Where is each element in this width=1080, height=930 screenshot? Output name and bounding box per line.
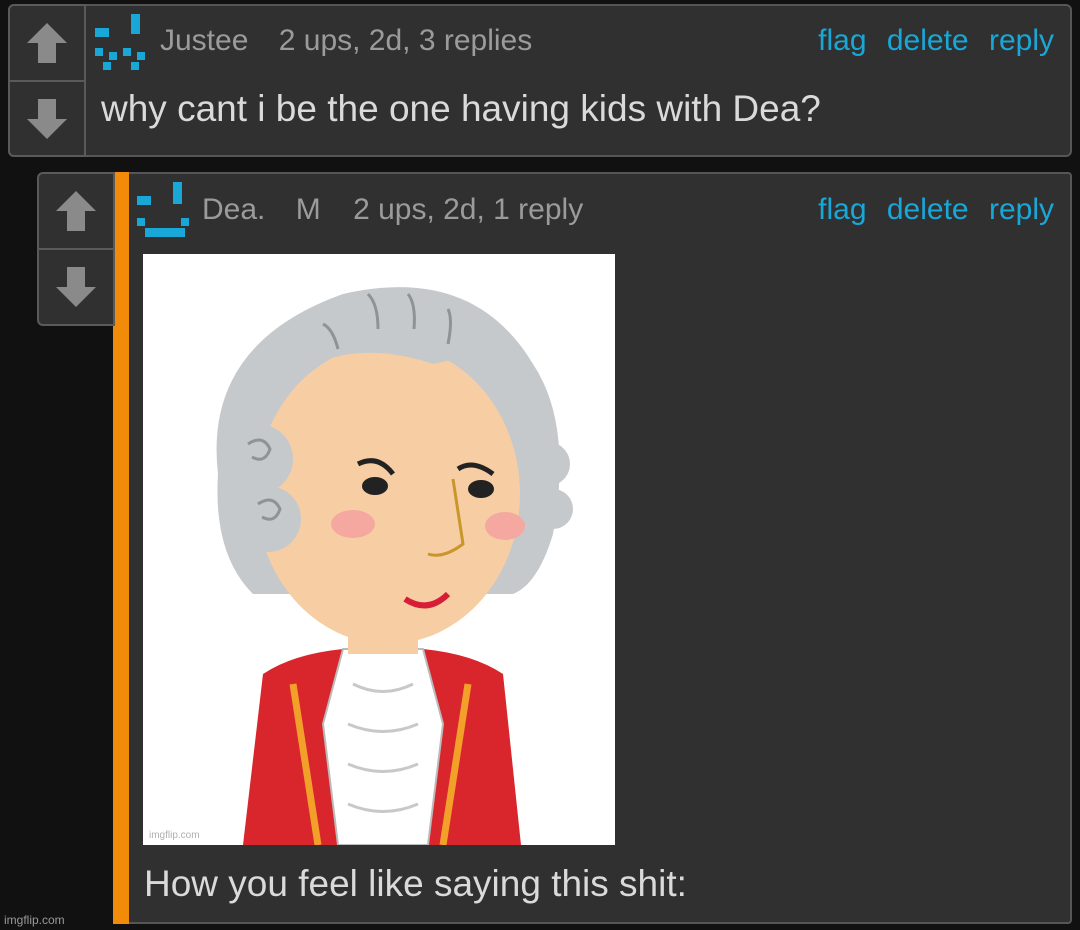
vote-box-justee (8, 4, 86, 157)
upvote-arrow-icon (56, 191, 96, 231)
flag-link[interactable]: flag (818, 193, 866, 226)
comment-meta: Justee 2 ups, 2d, 3 replies (160, 24, 532, 58)
downvote-arrow-icon (56, 267, 96, 307)
delete-link[interactable]: delete (887, 24, 969, 57)
vote-box-dea (37, 172, 115, 326)
mozart-illustration (216, 287, 573, 845)
comment-text: why cant i be the one having kids with D… (101, 88, 821, 129)
username-link[interactable]: Dea. (202, 193, 265, 226)
comment-actions: flag delete reply (806, 24, 1054, 58)
image-watermark: imgflip.com (149, 830, 200, 841)
delete-link[interactable]: delete (887, 193, 969, 226)
reply-link[interactable]: reply (989, 193, 1054, 226)
downvote-arrow-icon (27, 99, 67, 139)
reply-link[interactable]: reply (989, 24, 1054, 57)
pixel-avatar-icon (137, 182, 189, 237)
flag-link[interactable]: flag (818, 24, 866, 57)
upvote-arrow-icon (27, 23, 67, 63)
upvote-button[interactable] (39, 174, 113, 250)
downvote-button[interactable] (39, 250, 113, 324)
user-badge: M (295, 193, 321, 226)
comment-actions: flag delete reply (806, 193, 1054, 227)
comment-meta: Dea. M 2 ups, 2d, 1 reply (202, 193, 583, 227)
stats-text: 2 ups, 2d, 3 replies (278, 24, 533, 57)
meme-image[interactable]: imgflip.com (143, 254, 615, 845)
site-watermark: imgflip.com (4, 913, 65, 927)
downvote-button[interactable] (10, 82, 84, 156)
pixel-avatar-icon (95, 14, 145, 70)
reply-accent-bar (113, 172, 129, 924)
stats-text: 2 ups, 2d, 1 reply (353, 193, 584, 226)
comment-text: How you feel like saying this shit: (144, 863, 687, 904)
upvote-button[interactable] (10, 6, 84, 82)
username-link[interactable]: Justee (160, 24, 248, 57)
